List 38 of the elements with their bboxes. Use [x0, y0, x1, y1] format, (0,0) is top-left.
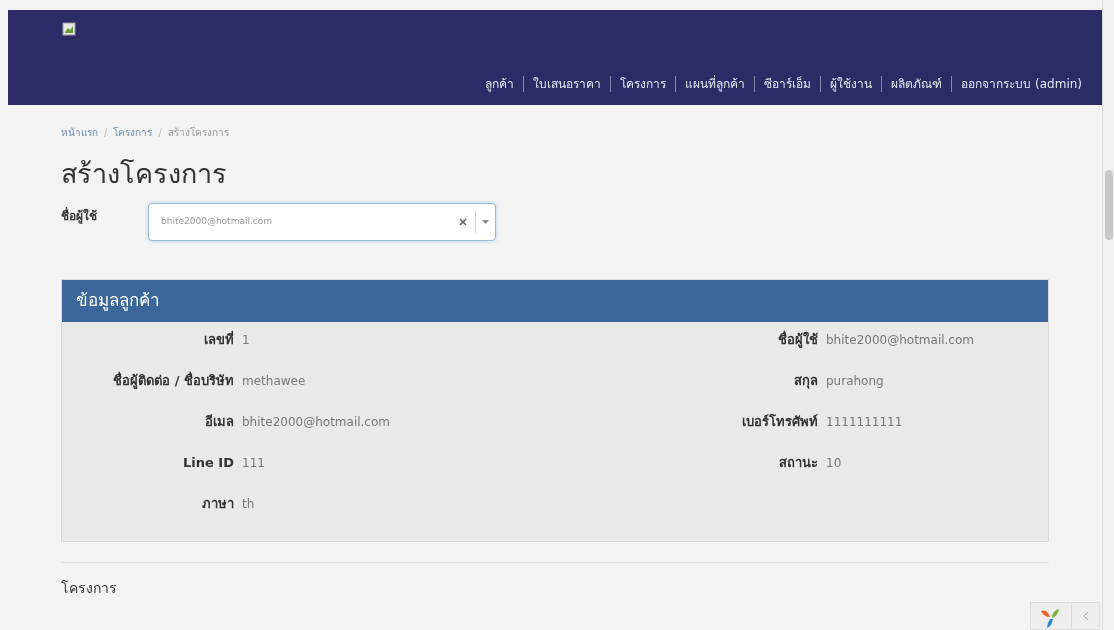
chevron-left-icon[interactable] — [1082, 611, 1089, 621]
nav-link[interactable]: ผลิตภัณฑ์ — [891, 75, 943, 93]
field-label: อีเมล — [204, 413, 235, 431]
nav-link[interactable]: แผนที่ลูกค้า — [685, 75, 746, 93]
breadcrumb-separator: / — [104, 126, 108, 140]
field-value: bhite2000@hotmail.com — [242, 414, 390, 431]
select-value: bhite2000@hotmail.com — [160, 215, 273, 229]
field-value: bhite2000@hotmail.com — [826, 332, 974, 349]
nav-link[interactable]: ซีอาร์เอ็ม — [764, 75, 812, 93]
breadcrumb-current: สร้างโครงการ — [167, 126, 229, 140]
field-value: th — [242, 496, 255, 513]
field-label: ชื่อผู้ใช้ — [777, 330, 819, 350]
page-title: สร้างโครงการ — [61, 160, 228, 187]
caret-icon[interactable] — [482, 220, 489, 224]
breadcrumb-separator: / — [158, 126, 162, 140]
field-value: 1 — [242, 332, 250, 349]
field-value: 111 — [242, 455, 265, 472]
field-label: สกุล — [793, 372, 819, 391]
section-title: โครงการ — [61, 579, 118, 598]
panel-title: ข้อมูลลูกค้า — [76, 289, 160, 313]
field-label: เบอร์โทรศัพท์ — [741, 413, 819, 431]
field-label: Line ID — [182, 454, 235, 472]
broken-image-icon — [62, 22, 76, 36]
clear-icon[interactable] — [459, 218, 467, 226]
field-label: สถานะ — [778, 454, 819, 472]
field-label: เลขที่ — [203, 330, 235, 349]
nav-link[interactable]: ลูกค้า — [485, 75, 515, 93]
field-value: 1111111111 — [826, 414, 903, 431]
field-label: ภาษา — [201, 495, 235, 513]
nav-link[interactable]: โครงการ — [620, 75, 667, 93]
field-label: ชื่อผู้ใช้ — [61, 206, 98, 225]
nav-link[interactable]: ใบเสนอราคา — [533, 75, 602, 93]
field-value: methawee — [242, 373, 306, 390]
field-value: 10 — [826, 455, 842, 472]
field-label: ชื่อผู้ติดต่อ / ชื่อบริษัท — [112, 371, 235, 391]
nav-link[interactable]: ออกจากระบบ (admin) — [961, 75, 1082, 93]
field-value: purahong — [826, 373, 884, 390]
nav-link[interactable]: ผู้ใช้งาน — [830, 75, 873, 93]
